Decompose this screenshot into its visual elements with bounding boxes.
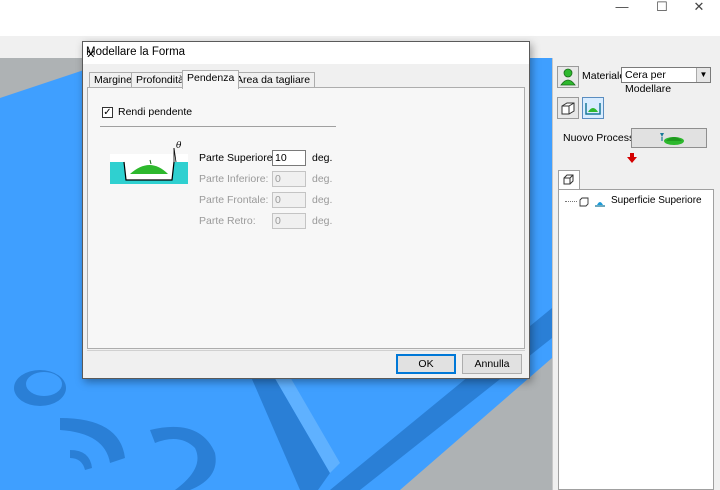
- bottom-side-unit: deg.: [312, 173, 333, 185]
- back-side-unit: deg.: [312, 215, 333, 227]
- process-icon[interactable]: [582, 97, 604, 119]
- dialog-titlebar[interactable]: Modellare la Forma ✕: [83, 42, 529, 64]
- ok-button[interactable]: OK: [396, 354, 456, 374]
- tab-profondita[interactable]: Profondità: [131, 72, 189, 88]
- new-process-button[interactable]: [631, 128, 707, 148]
- top-side-unit: deg.: [312, 152, 333, 164]
- box-view-icon[interactable]: [557, 97, 579, 119]
- front-side-input[interactable]: 0: [272, 192, 306, 208]
- material-select[interactable]: Cera per Modellare ▼: [621, 67, 711, 95]
- close-icon[interactable]: ✕: [681, 0, 717, 14]
- tree-tab-icon[interactable]: [558, 170, 580, 190]
- minimize-icon[interactable]: —: [604, 0, 640, 14]
- chevron-down-icon[interactable]: ▼: [696, 68, 710, 82]
- back-side-label: Parte Retro:: [199, 215, 256, 227]
- theta-symbol: θ: [176, 141, 182, 151]
- close-icon[interactable]: ✕: [86, 46, 521, 64]
- main-window-titlebar: — ☐ ✕: [0, 0, 720, 36]
- bottom-side-input[interactable]: 0: [272, 171, 306, 187]
- shape-modeling-dialog: Modellare la Forma ✕ Margine Profondità …: [82, 41, 530, 379]
- bottom-side-label: Parte Inferiore:: [199, 173, 269, 185]
- material-label: Materiale: [582, 70, 626, 82]
- top-side-input[interactable]: 10: [272, 150, 306, 166]
- new-process-label: Nuovo Processo: [563, 132, 641, 144]
- tree-connector: [565, 201, 577, 202]
- front-side-unit: deg.: [312, 194, 333, 206]
- tree-item[interactable]: Superficie Superiore: [565, 195, 713, 209]
- down-arrow-icon: [627, 153, 637, 163]
- material-select-value: Cera per Modellare: [625, 69, 672, 95]
- slope-checkbox-label[interactable]: Rendi pendente: [118, 106, 192, 118]
- surface-icon: [595, 202, 605, 207]
- tab-pendenza[interactable]: Pendenza: [182, 70, 240, 89]
- top-side-label: Parte Superiore:: [199, 152, 276, 164]
- tree-box-icon: [579, 197, 589, 207]
- back-side-input[interactable]: 0: [272, 213, 306, 229]
- tree-item-label: Superficie Superiore: [611, 195, 702, 206]
- tab-margine[interactable]: Margine: [89, 72, 137, 88]
- pendenza-tab-panel: ✓ Rendi pendente θ Parte Superiore: 10 d…: [87, 87, 525, 349]
- tab-area-da-tagliare[interactable]: Area da tagliare: [231, 72, 316, 88]
- footer-separator: [87, 350, 525, 351]
- separator: [100, 126, 336, 127]
- material-person-icon[interactable]: [557, 66, 579, 88]
- slope-checkbox[interactable]: ✓: [102, 107, 113, 118]
- cancel-button[interactable]: Annulla: [462, 354, 522, 374]
- process-tree[interactable]: Superficie Superiore: [558, 189, 714, 490]
- maximize-icon[interactable]: ☐: [644, 0, 680, 14]
- front-side-label: Parte Frontale:: [199, 194, 269, 206]
- new-process-machine-icon: [660, 133, 684, 145]
- slope-diagram-icon: θ: [110, 141, 188, 184]
